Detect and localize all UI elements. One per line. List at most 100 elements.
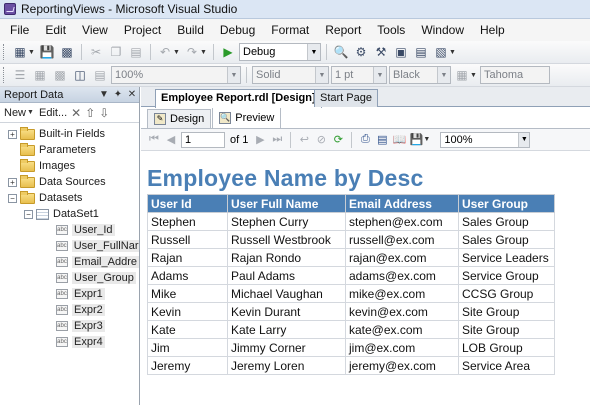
tree-field-user-group[interactable]: abc User_Group bbox=[0, 270, 139, 286]
properties-icon[interactable]: ⚒ bbox=[372, 43, 390, 61]
chevron-down-icon[interactable]: ▼ bbox=[373, 67, 386, 83]
tree-field-expr4[interactable]: abc Expr4 bbox=[0, 334, 139, 350]
tree-node-dataset1[interactable]: − DataSet1 bbox=[0, 206, 139, 222]
font-select[interactable]: Tahoma bbox=[480, 66, 550, 84]
chevron-down-icon[interactable]: ▼ bbox=[437, 67, 450, 83]
chevron-down-icon[interactable]: ▼ bbox=[28, 49, 36, 56]
stop-icon[interactable]: ⊘ bbox=[314, 133, 328, 146]
solution-config-select[interactable]: Debug ▼ bbox=[239, 43, 321, 61]
next-page-icon[interactable]: ▶ bbox=[253, 133, 267, 146]
border-icon[interactable]: ▦ bbox=[453, 66, 471, 84]
zoom-select[interactable]: 100% ▼ bbox=[111, 66, 241, 84]
toolbar-grip[interactable] bbox=[3, 67, 6, 83]
new-project-icon[interactable]: ▦ bbox=[11, 43, 29, 61]
tree-field-user-id[interactable]: abc User_Id bbox=[0, 222, 139, 238]
edit-button[interactable]: Edit... bbox=[39, 107, 67, 119]
chevron-down-icon[interactable]: ▼ bbox=[173, 49, 181, 56]
solution-explorer-icon[interactable]: ⚙ bbox=[352, 43, 370, 61]
close-icon[interactable]: ✕ bbox=[125, 89, 139, 100]
command-window-icon[interactable]: ▧ bbox=[432, 43, 450, 61]
redo-icon[interactable]: ↷ bbox=[183, 43, 201, 61]
chevron-down-icon[interactable]: ▼ bbox=[423, 136, 431, 143]
table-cell: Russell Westbrook bbox=[227, 230, 346, 249]
chevron-down-icon[interactable]: ▼ bbox=[97, 89, 111, 100]
last-page-icon[interactable]: ⏭ bbox=[270, 133, 284, 146]
table-cell: jeremy@ex.com bbox=[345, 356, 459, 375]
chevron-down-icon[interactable]: ▼ bbox=[27, 109, 35, 116]
save-icon[interactable]: 💾 bbox=[38, 43, 56, 61]
move-down-icon[interactable]: ⇩ bbox=[99, 106, 109, 120]
report-zoom-select[interactable]: 100% ▼ bbox=[440, 131, 531, 148]
page-setup-icon[interactable]: 📖 bbox=[392, 133, 407, 146]
chevron-down-icon[interactable]: ▼ bbox=[470, 72, 478, 79]
tree-node-parameters[interactable]: Parameters bbox=[0, 142, 139, 158]
table-icon[interactable]: ▦ bbox=[31, 66, 49, 84]
back-icon[interactable]: ↩ bbox=[297, 133, 311, 146]
menu-report[interactable]: Report bbox=[317, 19, 369, 41]
tab-start-page[interactable]: Start Page bbox=[314, 89, 378, 107]
tree-node-datasets[interactable]: − Datasets bbox=[0, 190, 139, 206]
tab-employee-report[interactable]: Employee Report.rdl [Design] bbox=[155, 89, 322, 108]
undo-icon[interactable]: ↶ bbox=[156, 43, 174, 61]
chevron-down-icon[interactable]: ▼ bbox=[518, 132, 530, 147]
menu-debug[interactable]: Debug bbox=[212, 19, 263, 41]
toolbox-icon[interactable]: ▣ bbox=[392, 43, 410, 61]
tree-field-expr2[interactable]: abc Expr2 bbox=[0, 302, 139, 318]
chevron-down-icon[interactable]: ▼ bbox=[200, 49, 208, 56]
print-icon[interactable]: ⎙ bbox=[358, 133, 372, 146]
menu-format[interactable]: Format bbox=[263, 19, 317, 41]
grid-icon[interactable]: ▩ bbox=[51, 66, 69, 84]
menu-window[interactable]: Window bbox=[413, 19, 472, 41]
chevron-down-icon[interactable]: ▼ bbox=[315, 67, 328, 83]
expand-icon[interactable]: + bbox=[8, 129, 17, 139]
tab-preview[interactable]: 🔍 Preview bbox=[212, 107, 282, 128]
first-page-icon[interactable]: ⏮ bbox=[147, 133, 161, 146]
menu-tools[interactable]: Tools bbox=[369, 19, 413, 41]
delete-icon[interactable]: ✕ bbox=[71, 106, 81, 120]
export-icon[interactable]: 💾 bbox=[409, 133, 424, 146]
tree-field-email-address[interactable]: abc Email_Addre bbox=[0, 254, 139, 270]
tree-node-data-sources[interactable]: + Data Sources bbox=[0, 174, 139, 190]
move-up-icon[interactable]: ⇧ bbox=[85, 106, 95, 120]
chevron-down-icon[interactable]: ▼ bbox=[307, 44, 320, 60]
folder-icon bbox=[20, 174, 35, 188]
print-layout-icon[interactable]: ▤ bbox=[375, 133, 389, 146]
chevron-down-icon[interactable]: ▼ bbox=[227, 67, 240, 83]
collapse-icon[interactable]: − bbox=[24, 209, 33, 219]
pin-icon[interactable]: ✦ bbox=[111, 89, 125, 100]
save-all-icon[interactable]: ▩ bbox=[58, 43, 76, 61]
object-browser-icon[interactable]: ▤ bbox=[412, 43, 430, 61]
tree-field-expr1[interactable]: abc Expr1 bbox=[0, 286, 139, 302]
page-number-input[interactable]: 1 bbox=[181, 131, 225, 148]
menu-project[interactable]: Project bbox=[116, 19, 169, 41]
cut-icon[interactable]: ✂ bbox=[87, 43, 105, 61]
align-icon[interactable]: ☰ bbox=[11, 66, 29, 84]
border-style-select[interactable]: Solid ▼ bbox=[252, 66, 329, 84]
new-button[interactable]: New bbox=[4, 107, 26, 119]
collapse-icon[interactable]: − bbox=[8, 193, 17, 203]
refresh-icon[interactable]: ⟳ bbox=[331, 133, 345, 146]
toolbar-grip[interactable] bbox=[3, 44, 6, 60]
menu-view[interactable]: View bbox=[74, 19, 116, 41]
tree-node-images[interactable]: Images bbox=[0, 158, 139, 174]
menu-edit[interactable]: Edit bbox=[37, 19, 74, 41]
previous-page-icon[interactable]: ◀ bbox=[164, 133, 178, 146]
find-icon[interactable]: 🔍 bbox=[332, 43, 350, 61]
copy-icon[interactable]: ❐ bbox=[107, 43, 125, 61]
expand-icon[interactable]: + bbox=[8, 177, 17, 187]
tab-design[interactable]: ✎ Design bbox=[147, 109, 212, 128]
menu-build[interactable]: Build bbox=[169, 19, 212, 41]
chevron-down-icon[interactable]: ▼ bbox=[449, 49, 457, 56]
tree-field-user-fullname[interactable]: abc User_FullNar bbox=[0, 238, 139, 254]
menu-help[interactable]: Help bbox=[472, 19, 513, 41]
tree-node-built-in-fields[interactable]: + Built-in Fields bbox=[0, 126, 139, 142]
tree-field-expr3[interactable]: abc Expr3 bbox=[0, 318, 139, 334]
report-body-icon[interactable]: ◫ bbox=[71, 66, 89, 84]
table-cell: kate@ex.com bbox=[345, 320, 459, 339]
start-debug-icon[interactable]: ▶ bbox=[219, 43, 237, 61]
paste-icon[interactable]: ▤ bbox=[127, 43, 145, 61]
border-width-select[interactable]: 1 pt ▼ bbox=[331, 66, 387, 84]
layout-icon[interactable]: ▤ bbox=[91, 66, 109, 84]
menu-file[interactable]: File bbox=[4, 19, 37, 41]
border-color-select[interactable]: Black ▼ bbox=[389, 66, 451, 84]
